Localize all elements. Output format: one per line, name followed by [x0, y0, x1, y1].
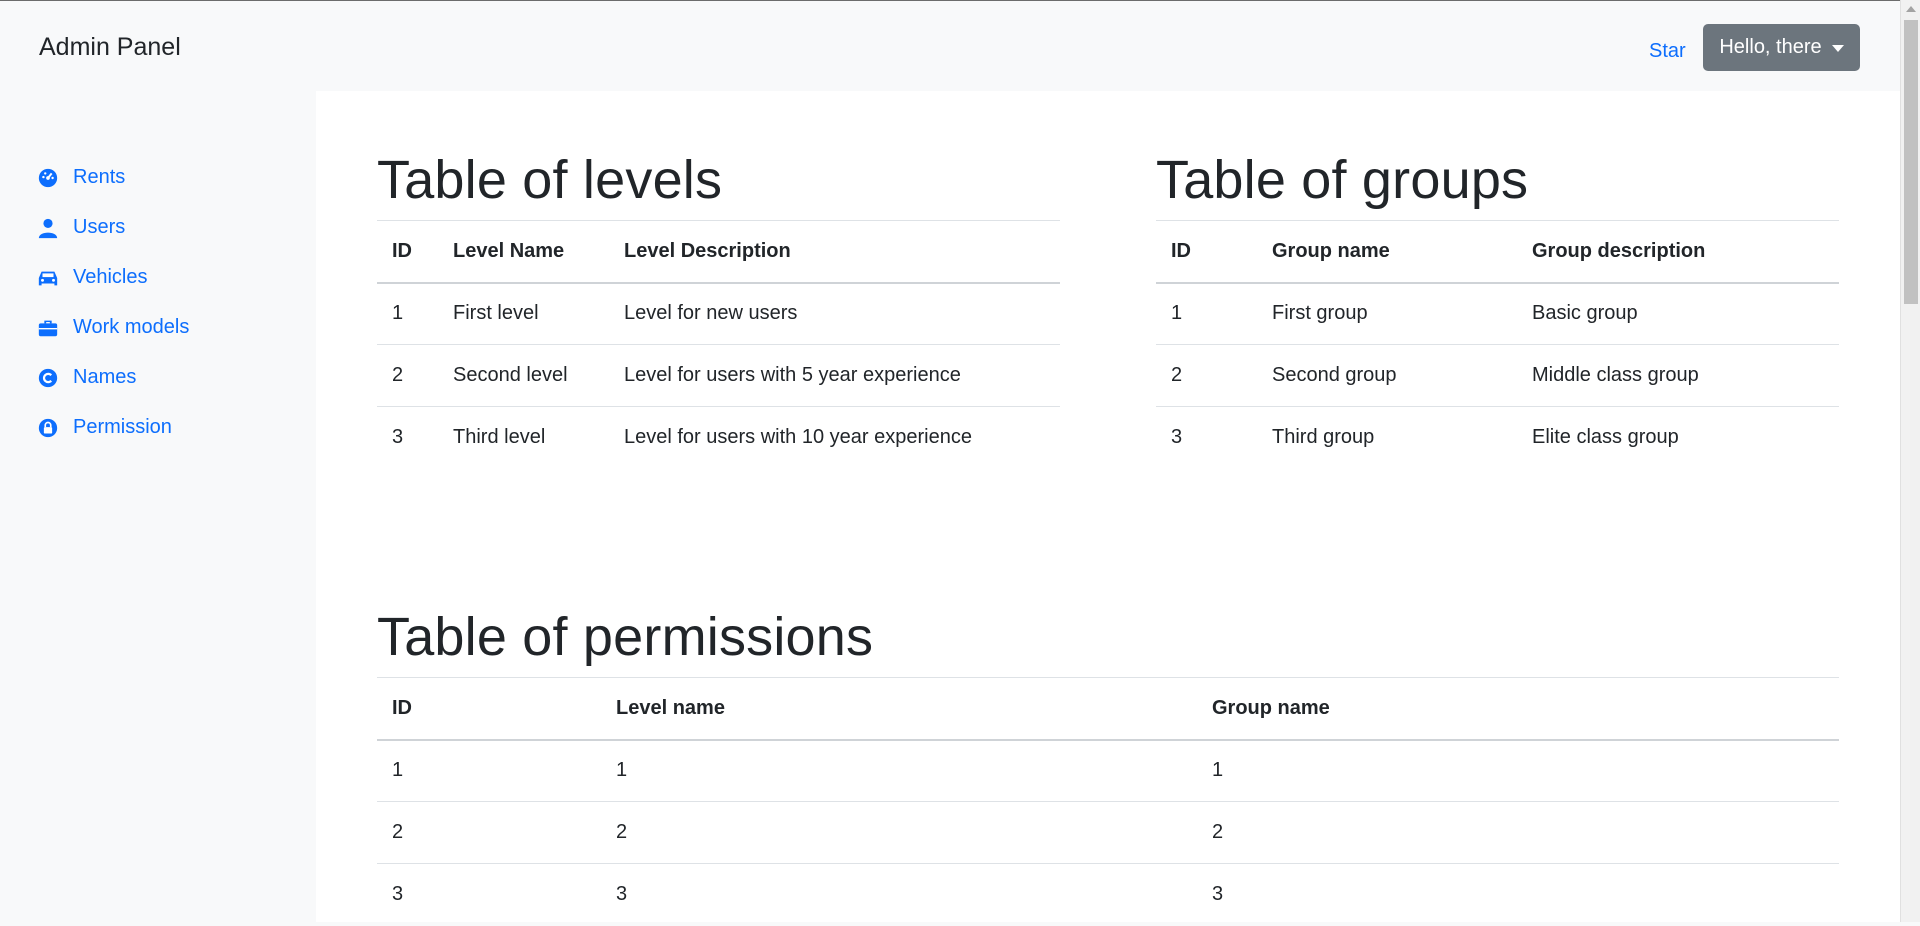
main-content: Table of levels ID Level Name Level Desc…	[316, 91, 1900, 922]
scroll-up-arrow-icon[interactable]	[1906, 6, 1916, 12]
table-header-row: ID Group name Group description	[1156, 220, 1839, 284]
table-cell: 1	[377, 282, 438, 345]
table-cell: Third group	[1272, 426, 1375, 449]
table-cell: 1	[377, 739, 601, 802]
table-cell: 2	[1156, 344, 1257, 407]
table-row: 3 3 3	[377, 864, 1839, 926]
table-row: 1 1 1	[377, 739, 1839, 802]
tachometer-icon	[38, 168, 58, 187]
top-navbar: Admin Panel Star Hello, there	[0, 0, 1900, 91]
table-cell: 2	[1197, 801, 1839, 864]
table-cell: 3	[392, 883, 404, 906]
table-cell: 1	[601, 739, 1197, 802]
table-cell: Level for new users	[609, 282, 1060, 345]
column-header: ID	[1156, 220, 1257, 284]
sidebar-item-names[interactable]: Names	[37, 366, 136, 389]
table-cell: Level for users with 10 year experience	[624, 426, 972, 449]
sidebar-item-label: Users	[73, 216, 126, 238]
table-cell: Elite class group	[1532, 426, 1679, 449]
sidebar-item-permission[interactable]: Permission	[37, 416, 172, 439]
permissions-title: Table of permissions	[377, 607, 874, 667]
column-header: Group name	[1257, 220, 1517, 284]
table-cell: 3	[1171, 426, 1183, 449]
column-header: Group name	[1197, 677, 1839, 741]
table-cell: 3	[616, 883, 628, 906]
lock-icon	[38, 418, 58, 437]
sidebar-item-work-models[interactable]: Work models	[37, 316, 189, 339]
column-header: Level name	[601, 677, 1197, 741]
groups-title: Table of groups	[1156, 150, 1529, 210]
column-header: ID	[377, 220, 438, 284]
user-dropdown-button[interactable]: Hello, there	[1703, 24, 1860, 71]
column-header: ID	[377, 677, 601, 741]
car-icon	[38, 271, 58, 285]
user-icon	[38, 218, 58, 238]
table-cell: First level	[438, 282, 609, 345]
table-row: 3 Third group Elite class group	[1156, 407, 1839, 469]
table-cell: Middle class group	[1517, 344, 1839, 407]
table-cell: 3	[392, 426, 404, 449]
user-dropdown-label: Hello, there	[1719, 36, 1822, 58]
table-cell: Basic group	[1517, 282, 1839, 345]
table-cell: 3	[1212, 883, 1224, 906]
table-cell: 1	[1197, 739, 1839, 802]
column-header: Level Name	[438, 220, 609, 284]
sidebar-item-label: Work models	[73, 316, 190, 338]
sidebar-item-users[interactable]: Users	[37, 216, 125, 239]
sidebar-item-label: Permission	[73, 416, 172, 438]
caret-down-icon	[1831, 45, 1844, 52]
app-title[interactable]: Admin Panel	[39, 33, 181, 62]
table-cell: Second level	[438, 344, 609, 407]
table-row: 1 First group Basic group	[1156, 282, 1839, 345]
levels-title: Table of levels	[377, 150, 723, 210]
table-row: 3 Third level Level for users with 10 ye…	[377, 407, 1060, 469]
scrollbar-thumb[interactable]	[1904, 20, 1918, 304]
table-cell: 2	[377, 344, 438, 407]
groups-table: ID Group name Group description 1 First …	[1156, 220, 1839, 469]
briefcase-icon	[38, 320, 58, 336]
sidebar-item-label: Rents	[73, 166, 126, 188]
levels-table: ID Level Name Level Description 1 First …	[377, 220, 1060, 469]
table-header-row: ID Level name Group name	[377, 677, 1839, 741]
table-row: 2 Second group Middle class group	[1156, 344, 1839, 407]
column-header: Level Description	[609, 220, 1060, 284]
table-cell: Level for users with 5 year experience	[609, 344, 1060, 407]
table-header-row: ID Level Name Level Description	[377, 220, 1060, 284]
table-row: 2 2 2	[377, 801, 1839, 864]
permissions-table: ID Level name Group name 1 1 1 2 2 2 3 3…	[377, 677, 1839, 926]
table-row: 1 First level Level for new users	[377, 282, 1060, 345]
sidebar-item-rents[interactable]: Rents	[37, 166, 125, 189]
sidebar-item-label: Vehicles	[73, 266, 148, 288]
sidebar-item-vehicles[interactable]: Vehicles	[37, 266, 148, 289]
table-row: 2 Second level Level for users with 5 ye…	[377, 344, 1060, 407]
sidebar: Rents Users Vehicles Work models Names P…	[0, 91, 316, 922]
table-cell: 1	[1156, 282, 1257, 345]
table-cell: 2	[377, 801, 601, 864]
table-cell: 2	[601, 801, 1197, 864]
sidebar-item-label: Names	[73, 366, 137, 388]
column-header: Group description	[1517, 220, 1839, 284]
table-cell: First group	[1257, 282, 1517, 345]
table-cell: Second group	[1257, 344, 1517, 407]
star-link[interactable]: Star	[1649, 40, 1686, 63]
vertical-scrollbar[interactable]	[1900, 0, 1920, 922]
table-cell: Third level	[453, 426, 546, 449]
copyright-icon	[38, 368, 58, 387]
